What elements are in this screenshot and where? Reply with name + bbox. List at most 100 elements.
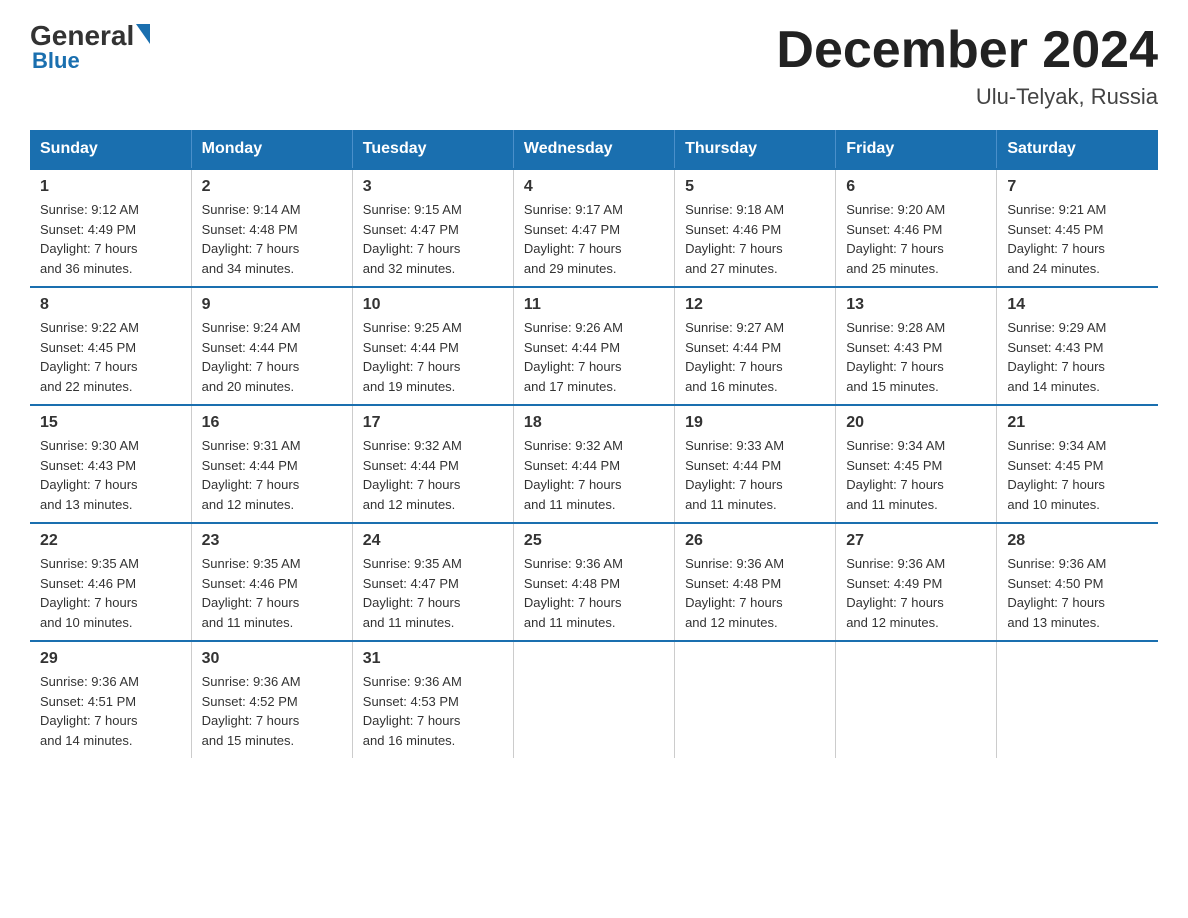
day-info: Sunrise: 9:36 AMSunset: 4:52 PMDaylight:… <box>202 672 342 750</box>
day-info: Sunrise: 9:35 AMSunset: 4:46 PMDaylight:… <box>40 554 181 632</box>
location-subtitle: Ulu-Telyak, Russia <box>776 84 1158 110</box>
day-info: Sunrise: 9:22 AMSunset: 4:45 PMDaylight:… <box>40 318 181 396</box>
calendar-cell: 12 Sunrise: 9:27 AMSunset: 4:44 PMDayligh… <box>675 287 836 405</box>
day-info: Sunrise: 9:14 AMSunset: 4:48 PMDaylight:… <box>202 200 342 278</box>
calendar-cell: 3 Sunrise: 9:15 AMSunset: 4:47 PMDaylight… <box>352 169 513 287</box>
day-info: Sunrise: 9:27 AMSunset: 4:44 PMDaylight:… <box>685 318 825 396</box>
weekday-header-wednesday: Wednesday <box>513 130 674 169</box>
calendar-cell: 15Sunrise: 9:30 AMSunset: 4:43 PMDayligh… <box>30 405 191 523</box>
month-title: December 2024 <box>776 20 1158 80</box>
day-info: Sunrise: 9:33 AMSunset: 4:44 PMDaylight:… <box>685 436 825 514</box>
day-number: 17 <box>363 414 503 432</box>
weekday-header-tuesday: Tuesday <box>352 130 513 169</box>
calendar-cell: 29 Sunrise: 9:36 AMSunset: 4:51 PMDayligh… <box>30 641 191 758</box>
day-info: Sunrise: 9:36 AMSunset: 4:51 PMDaylight:… <box>40 672 181 750</box>
calendar-cell <box>836 641 997 758</box>
calendar-cell: 22 Sunrise: 9:35 AMSunset: 4:46 PMDayligh… <box>30 523 191 641</box>
calendar-cell: 27 Sunrise: 9:36 AMSunset: 4:49 PMDayligh… <box>836 523 997 641</box>
day-number: 9 <box>202 296 342 314</box>
calendar-cell: 20Sunrise: 9:34 AMSunset: 4:45 PMDayligh… <box>836 405 997 523</box>
calendar-table: SundayMondayTuesdayWednesdayThursdayFrid… <box>30 130 1158 758</box>
day-info: Sunrise: 9:34 AMSunset: 4:45 PMDaylight:… <box>846 436 986 514</box>
calendar-cell: 17 Sunrise: 9:32 AMSunset: 4:44 PMDayligh… <box>352 405 513 523</box>
calendar-week-row: 22 Sunrise: 9:35 AMSunset: 4:46 PMDayligh… <box>30 523 1158 641</box>
day-number: 11 <box>524 296 664 314</box>
calendar-cell: 23Sunrise: 9:35 AMSunset: 4:46 PMDayligh… <box>191 523 352 641</box>
day-number: 12 <box>685 296 825 314</box>
calendar-cell: 19 Sunrise: 9:33 AMSunset: 4:44 PMDayligh… <box>675 405 836 523</box>
day-number: 8 <box>40 296 181 314</box>
day-number: 2 <box>202 178 342 196</box>
day-info: Sunrise: 9:32 AMSunset: 4:44 PMDaylight:… <box>524 436 664 514</box>
day-info: Sunrise: 9:35 AMSunset: 4:46 PMDaylight:… <box>202 554 342 632</box>
day-info: Sunrise: 9:36 AMSunset: 4:50 PMDaylight:… <box>1007 554 1148 632</box>
weekday-header-saturday: Saturday <box>997 130 1158 169</box>
day-number: 27 <box>846 532 986 550</box>
calendar-cell: 16 Sunrise: 9:31 AMSunset: 4:44 PMDayligh… <box>191 405 352 523</box>
day-number: 4 <box>524 178 664 196</box>
day-number: 19 <box>685 414 825 432</box>
calendar-cell: 28 Sunrise: 9:36 AMSunset: 4:50 PMDayligh… <box>997 523 1158 641</box>
day-info: Sunrise: 9:36 AMSunset: 4:49 PMDaylight:… <box>846 554 986 632</box>
calendar-cell: 24 Sunrise: 9:35 AMSunset: 4:47 PMDayligh… <box>352 523 513 641</box>
day-number: 5 <box>685 178 825 196</box>
day-number: 3 <box>363 178 503 196</box>
calendar-cell: 4 Sunrise: 9:17 AMSunset: 4:47 PMDaylight… <box>513 169 674 287</box>
weekday-header-monday: Monday <box>191 130 352 169</box>
day-info: Sunrise: 9:32 AMSunset: 4:44 PMDaylight:… <box>363 436 503 514</box>
day-number: 6 <box>846 178 986 196</box>
day-number: 26 <box>685 532 825 550</box>
calendar-cell: 8 Sunrise: 9:22 AMSunset: 4:45 PMDaylight… <box>30 287 191 405</box>
calendar-cell: 25 Sunrise: 9:36 AMSunset: 4:48 PMDayligh… <box>513 523 674 641</box>
calendar-cell: 31 Sunrise: 9:36 AMSunset: 4:53 PMDayligh… <box>352 641 513 758</box>
day-info: Sunrise: 9:34 AMSunset: 4:45 PMDaylight:… <box>1007 436 1148 514</box>
day-info: Sunrise: 9:17 AMSunset: 4:47 PMDaylight:… <box>524 200 664 278</box>
day-info: Sunrise: 9:31 AMSunset: 4:44 PMDaylight:… <box>202 436 342 514</box>
calendar-cell: 6 Sunrise: 9:20 AMSunset: 4:46 PMDaylight… <box>836 169 997 287</box>
day-number: 18 <box>524 414 664 432</box>
day-info: Sunrise: 9:15 AMSunset: 4:47 PMDaylight:… <box>363 200 503 278</box>
logo-blue-text: Blue <box>32 48 80 74</box>
day-number: 15 <box>40 414 181 432</box>
day-number: 16 <box>202 414 342 432</box>
weekday-header-sunday: Sunday <box>30 130 191 169</box>
day-info: Sunrise: 9:28 AMSunset: 4:43 PMDaylight:… <box>846 318 986 396</box>
calendar-week-row: 29 Sunrise: 9:36 AMSunset: 4:51 PMDayligh… <box>30 641 1158 758</box>
day-number: 31 <box>363 650 503 668</box>
calendar-cell <box>675 641 836 758</box>
calendar-week-row: 1 Sunrise: 9:12 AMSunset: 4:49 PMDaylight… <box>30 169 1158 287</box>
calendar-week-row: 15Sunrise: 9:30 AMSunset: 4:43 PMDayligh… <box>30 405 1158 523</box>
day-info: Sunrise: 9:35 AMSunset: 4:47 PMDaylight:… <box>363 554 503 632</box>
day-number: 30 <box>202 650 342 668</box>
calendar-cell: 11 Sunrise: 9:26 AMSunset: 4:44 PMDayligh… <box>513 287 674 405</box>
day-number: 28 <box>1007 532 1148 550</box>
calendar-cell: 10Sunrise: 9:25 AMSunset: 4:44 PMDayligh… <box>352 287 513 405</box>
calendar-cell: 18 Sunrise: 9:32 AMSunset: 4:44 PMDayligh… <box>513 405 674 523</box>
calendar-cell: 30 Sunrise: 9:36 AMSunset: 4:52 PMDayligh… <box>191 641 352 758</box>
weekday-header-row: SundayMondayTuesdayWednesdayThursdayFrid… <box>30 130 1158 169</box>
day-info: Sunrise: 9:29 AMSunset: 4:43 PMDaylight:… <box>1007 318 1148 396</box>
day-number: 10 <box>363 296 503 314</box>
logo: General Blue <box>30 20 150 74</box>
calendar-cell: 1 Sunrise: 9:12 AMSunset: 4:49 PMDaylight… <box>30 169 191 287</box>
day-number: 22 <box>40 532 181 550</box>
day-info: Sunrise: 9:36 AMSunset: 4:48 PMDaylight:… <box>524 554 664 632</box>
day-info: Sunrise: 9:26 AMSunset: 4:44 PMDaylight:… <box>524 318 664 396</box>
calendar-cell: 7Sunrise: 9:21 AMSunset: 4:45 PMDaylight… <box>997 169 1158 287</box>
calendar-cell: 5Sunrise: 9:18 AMSunset: 4:46 PMDaylight… <box>675 169 836 287</box>
title-section: December 2024 Ulu-Telyak, Russia <box>776 20 1158 110</box>
weekday-header-friday: Friday <box>836 130 997 169</box>
day-number: 1 <box>40 178 181 196</box>
day-number: 25 <box>524 532 664 550</box>
day-info: Sunrise: 9:12 AMSunset: 4:49 PMDaylight:… <box>40 200 181 278</box>
calendar-cell: 13 Sunrise: 9:28 AMSunset: 4:43 PMDayligh… <box>836 287 997 405</box>
calendar-cell: 26Sunrise: 9:36 AMSunset: 4:48 PMDayligh… <box>675 523 836 641</box>
day-number: 24 <box>363 532 503 550</box>
day-info: Sunrise: 9:20 AMSunset: 4:46 PMDaylight:… <box>846 200 986 278</box>
calendar-body: 1 Sunrise: 9:12 AMSunset: 4:49 PMDaylight… <box>30 169 1158 758</box>
calendar-cell: 14Sunrise: 9:29 AMSunset: 4:43 PMDayligh… <box>997 287 1158 405</box>
day-info: Sunrise: 9:36 AMSunset: 4:53 PMDaylight:… <box>363 672 503 750</box>
day-number: 13 <box>846 296 986 314</box>
day-info: Sunrise: 9:21 AMSunset: 4:45 PMDaylight:… <box>1007 200 1148 278</box>
day-number: 29 <box>40 650 181 668</box>
